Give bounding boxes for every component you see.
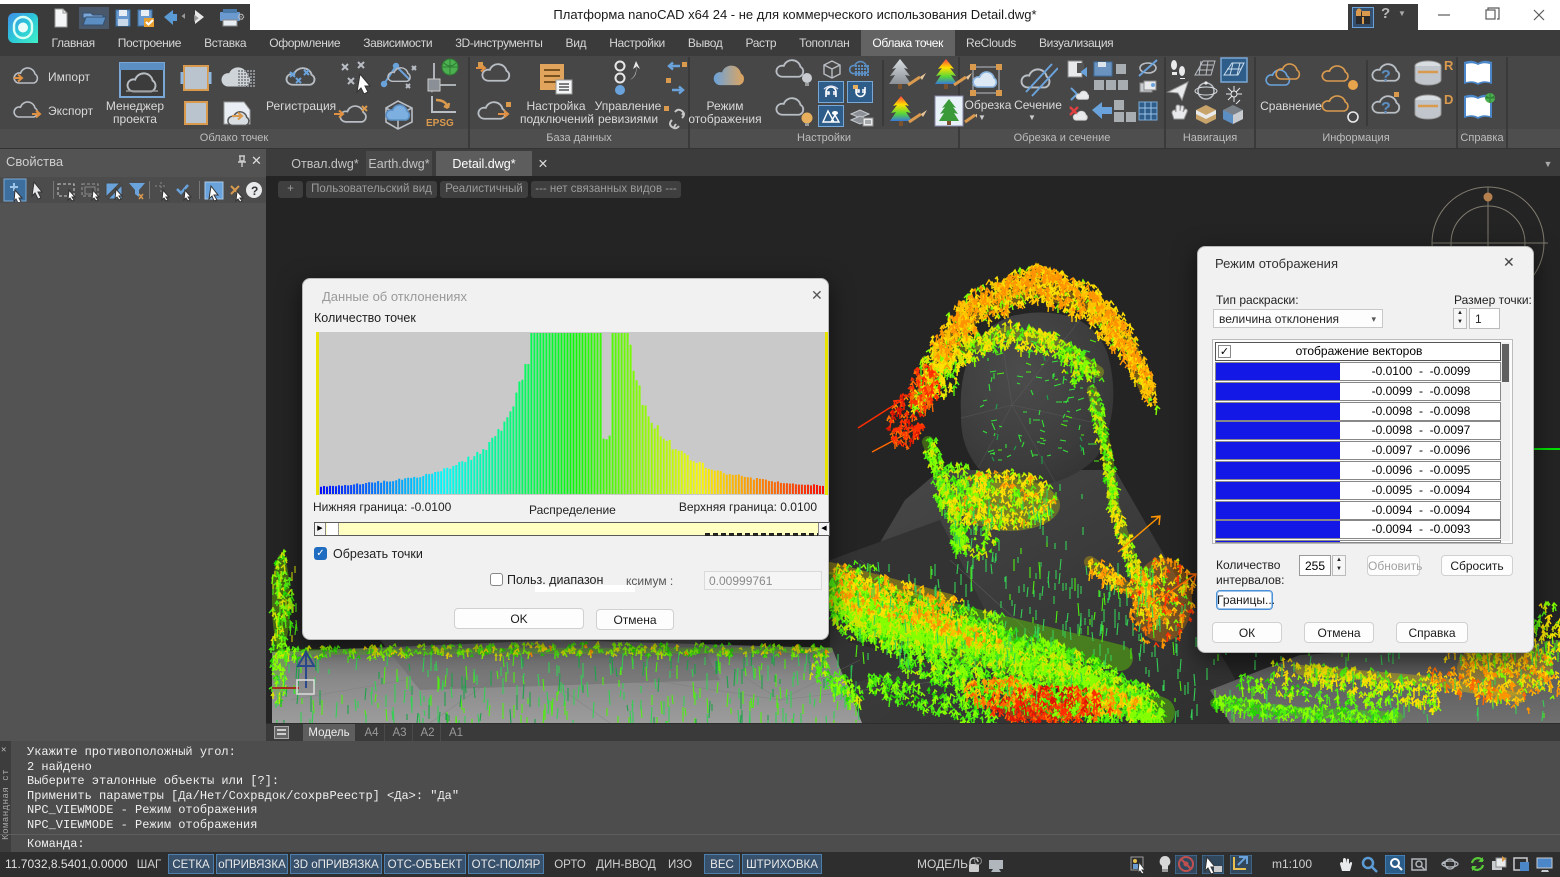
- svg-text:?: ?: [1381, 100, 1391, 117]
- svg-text:?: ?: [251, 184, 258, 198]
- svg-text:D: D: [1444, 92, 1453, 107]
- svg-text:?: ?: [1381, 68, 1391, 85]
- svg-text:R: R: [1444, 58, 1454, 73]
